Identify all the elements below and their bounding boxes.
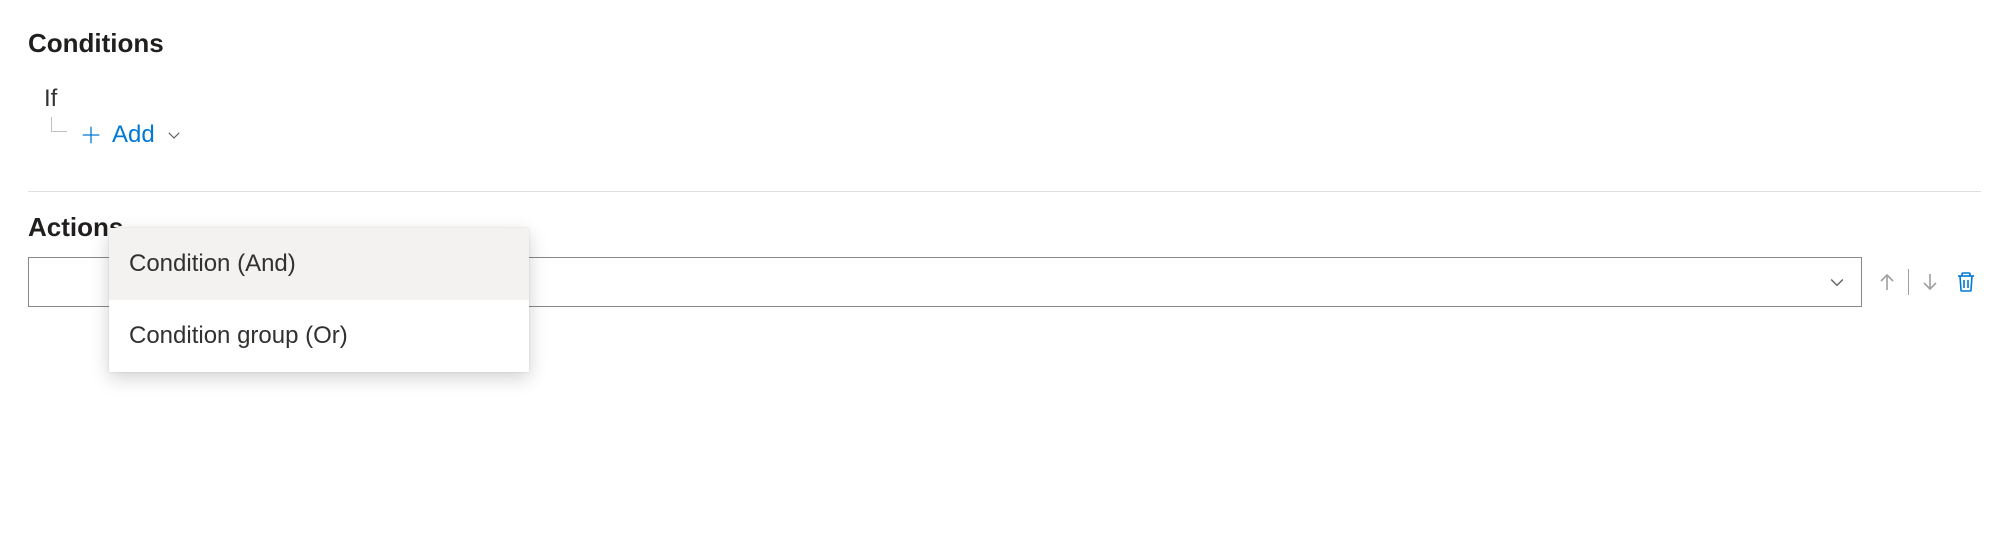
delete-button[interactable] — [1951, 267, 1981, 297]
plus-icon — [80, 124, 102, 146]
dropdown-item-condition-group-or[interactable]: Condition group (Or) — [109, 300, 529, 372]
add-condition-dropdown: Condition (And) Condition group (Or) — [109, 228, 529, 372]
dropdown-item-condition-and[interactable]: Condition (And) — [109, 228, 529, 300]
action-controls — [1872, 267, 1981, 297]
tree-connector-icon — [48, 126, 68, 144]
add-condition-button[interactable]: Add — [76, 119, 187, 151]
move-down-button[interactable] — [1915, 267, 1945, 297]
add-button-label: Add — [112, 121, 155, 149]
conditions-heading: Conditions — [28, 28, 1981, 59]
if-label: If — [44, 85, 1981, 113]
section-divider — [28, 191, 1981, 192]
divider-vertical — [1908, 269, 1909, 295]
conditions-body: If Add — [28, 85, 1981, 151]
move-up-button[interactable] — [1872, 267, 1902, 297]
chevron-down-icon — [1827, 272, 1847, 292]
chevron-down-icon — [165, 126, 183, 144]
